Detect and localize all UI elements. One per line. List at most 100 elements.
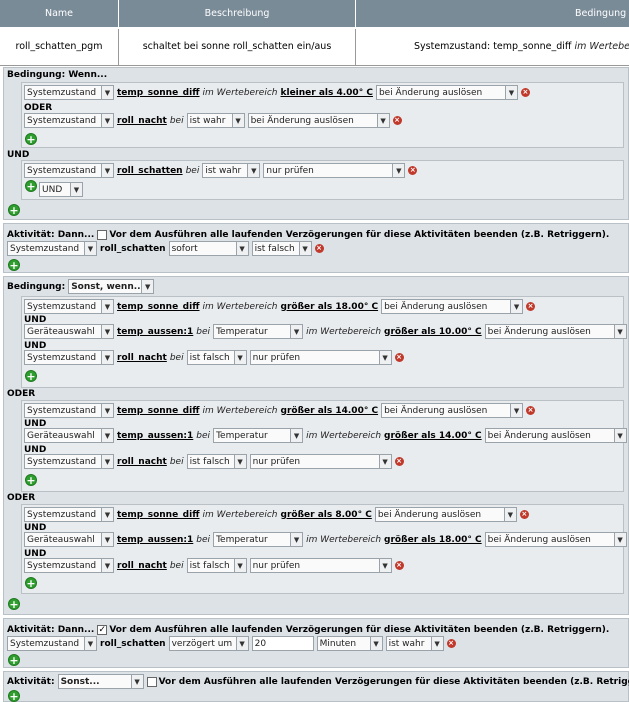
delete-icon[interactable]: × <box>314 244 324 253</box>
trigger-select[interactable]: bei Änderung auslösen ▼ <box>247 113 390 128</box>
range-link[interactable]: größer als 18.00° C <box>384 535 482 545</box>
state-select[interactable]: ist falsch ▼ <box>251 241 312 256</box>
trigger-select[interactable]: nur prüfen ▼ <box>249 558 392 573</box>
source-select[interactable]: Systemzustand ▼ <box>7 636 97 651</box>
delete-icon[interactable]: × <box>519 510 529 519</box>
chevron-down-icon: ▼ <box>231 114 244 127</box>
variable-link[interactable]: roll_schatten <box>100 639 166 649</box>
source-select[interactable]: Systemzustand ▼ <box>24 113 114 128</box>
range-link[interactable]: größer als 14.00° C <box>281 406 379 416</box>
variable-link[interactable]: roll_nacht <box>117 353 167 363</box>
trigger-select[interactable]: bei Änderung auslösen ▼ <box>484 428 627 443</box>
plus-icon[interactable]: + <box>8 259 20 272</box>
source-select[interactable]: Systemzustand ▼ <box>24 85 114 100</box>
plus-icon[interactable]: + <box>25 577 37 590</box>
source-select[interactable]: Geräteauswahl ▼ <box>24 532 114 547</box>
device-link[interactable]: temp_aussen:1 <box>117 431 193 441</box>
device-link[interactable]: temp_aussen:1 <box>117 327 193 337</box>
abort-checkbox[interactable] <box>97 229 108 240</box>
param-select[interactable]: Temperatur ▼ <box>213 532 304 547</box>
source-select[interactable]: Systemzustand ▼ <box>24 507 114 522</box>
trigger-select[interactable]: nur prüfen ▼ <box>249 454 392 469</box>
delete-icon[interactable]: × <box>394 353 404 362</box>
state-select[interactable]: ist falsch ▼ <box>186 558 247 573</box>
plus-icon[interactable]: + <box>25 370 37 383</box>
range-link[interactable]: größer als 10.00° C <box>384 327 482 337</box>
variable-link[interactable]: roll_schatten <box>117 166 183 176</box>
timing-select[interactable]: verzögert um ▼ <box>168 636 249 651</box>
plus-icon[interactable]: + <box>25 180 37 193</box>
trigger-select[interactable]: nur prüfen ▼ <box>249 350 392 365</box>
plus-icon[interactable]: + <box>8 690 20 702</box>
plus-icon[interactable]: + <box>25 474 37 487</box>
delete-icon[interactable]: × <box>394 457 404 466</box>
trigger-select[interactable]: bei Änderung auslösen ▼ <box>375 85 518 100</box>
param-select[interactable]: Temperatur ▼ <box>213 428 304 443</box>
delete-icon[interactable]: × <box>526 406 536 415</box>
program-name: roll_schatten_pgm <box>0 29 119 65</box>
variable-link[interactable]: roll_nacht <box>117 561 167 571</box>
trigger-select[interactable]: bei Änderung auslösen ▼ <box>484 324 627 339</box>
state-select[interactable]: ist falsch ▼ <box>186 350 247 365</box>
unit-select[interactable]: Minuten ▼ <box>316 636 383 651</box>
state-select[interactable]: ist wahr ▼ <box>202 163 261 178</box>
abort-checkbox[interactable]: ✓ <box>97 624 108 635</box>
and-or-select[interactable]: UND ▼ <box>39 182 83 197</box>
variable-link[interactable]: temp_sonne_diff <box>117 406 200 416</box>
chevron-down-icon: ▼ <box>101 114 113 127</box>
variable-link[interactable]: temp_sonne_diff <box>117 510 200 520</box>
abort-checkbox[interactable] <box>146 676 157 687</box>
source-select[interactable]: Systemzustand ▼ <box>7 241 97 256</box>
variable-link[interactable]: temp_sonne_diff <box>117 88 200 98</box>
trigger-select[interactable]: nur prüfen ▼ <box>263 163 406 178</box>
program-condition: Systemzustand: temp_sonne_diff im Werteb… <box>414 41 629 52</box>
delete-icon[interactable]: × <box>446 639 456 648</box>
variable-link[interactable]: roll_nacht <box>117 116 167 126</box>
source-select[interactable]: Systemzustand ▼ <box>24 299 114 314</box>
timing-select[interactable]: sofort ▼ <box>168 241 249 256</box>
else-select[interactable]: Sonst... ▼ <box>57 674 144 689</box>
delete-icon[interactable]: × <box>394 561 404 570</box>
else-if-select[interactable]: Sonst, wenn... ▼ <box>68 279 155 294</box>
source-select[interactable]: Geräteauswahl ▼ <box>24 324 114 339</box>
condition-group-b: Systemzustand ▼ temp_sonne_diff im Werteb… <box>21 400 627 492</box>
chevron-down-icon: ▼ <box>101 86 113 99</box>
source-select[interactable]: Systemzustand ▼ <box>24 403 114 418</box>
range-link[interactable]: größer als 14.00° C <box>384 431 482 441</box>
delete-icon[interactable]: × <box>520 88 530 97</box>
plus-icon[interactable]: + <box>25 133 37 146</box>
range-link[interactable]: größer als 18.00° C <box>281 302 379 312</box>
range-link[interactable]: kleiner als 4.00° C <box>281 88 373 98</box>
source-select[interactable]: Systemzustand ▼ <box>24 454 114 469</box>
device-link[interactable]: temp_aussen:1 <box>117 535 193 545</box>
state-select[interactable]: ist falsch ▼ <box>186 454 247 469</box>
variable-link[interactable]: roll_schatten <box>100 244 166 254</box>
activity-header: Aktivität: Dann... Vor dem Ausführen all… <box>7 229 610 240</box>
chevron-down-icon: ▼ <box>298 242 311 255</box>
param-select[interactable]: Temperatur ▼ <box>213 324 304 339</box>
variable-link[interactable]: temp_sonne_diff <box>117 302 200 312</box>
trigger-select[interactable]: bei Änderung auslösen ▼ <box>374 507 517 522</box>
trigger-select[interactable]: bei Änderung auslösen ▼ <box>381 403 524 418</box>
source-select[interactable]: Systemzustand ▼ <box>24 558 114 573</box>
delete-icon[interactable]: × <box>408 166 418 175</box>
range-link[interactable]: größer als 8.00° C <box>281 510 372 520</box>
trigger-select[interactable]: bei Änderung auslösen ▼ <box>381 299 524 314</box>
plus-icon[interactable]: + <box>8 598 20 611</box>
condition-row: Systemzustand ▼ roll_schatten bei ist wah… <box>24 163 420 178</box>
source-select[interactable]: Systemzustand ▼ <box>24 350 114 365</box>
chevron-down-icon: ▼ <box>101 325 113 338</box>
program-row[interactable]: roll_schatten_pgm schaltet bei sonne rol… <box>0 29 629 66</box>
condition-else-header: Bedingung: Sonst, wenn... ▼ <box>7 279 157 294</box>
delay-input[interactable]: 20 <box>251 636 314 651</box>
state-select[interactable]: ist wahr ▼ <box>186 113 245 128</box>
source-select[interactable]: Systemzustand ▼ <box>24 163 114 178</box>
plus-icon[interactable]: + <box>8 204 20 217</box>
delete-icon[interactable]: × <box>526 302 536 311</box>
plus-icon[interactable]: + <box>8 654 20 667</box>
source-select[interactable]: Geräteauswahl ▼ <box>24 428 114 443</box>
delete-icon[interactable]: × <box>392 116 402 125</box>
variable-link[interactable]: roll_nacht <box>117 457 167 467</box>
trigger-select[interactable]: bei Änderung auslösen ▼ <box>484 532 627 547</box>
state-select[interactable]: ist wahr ▼ <box>385 636 444 651</box>
